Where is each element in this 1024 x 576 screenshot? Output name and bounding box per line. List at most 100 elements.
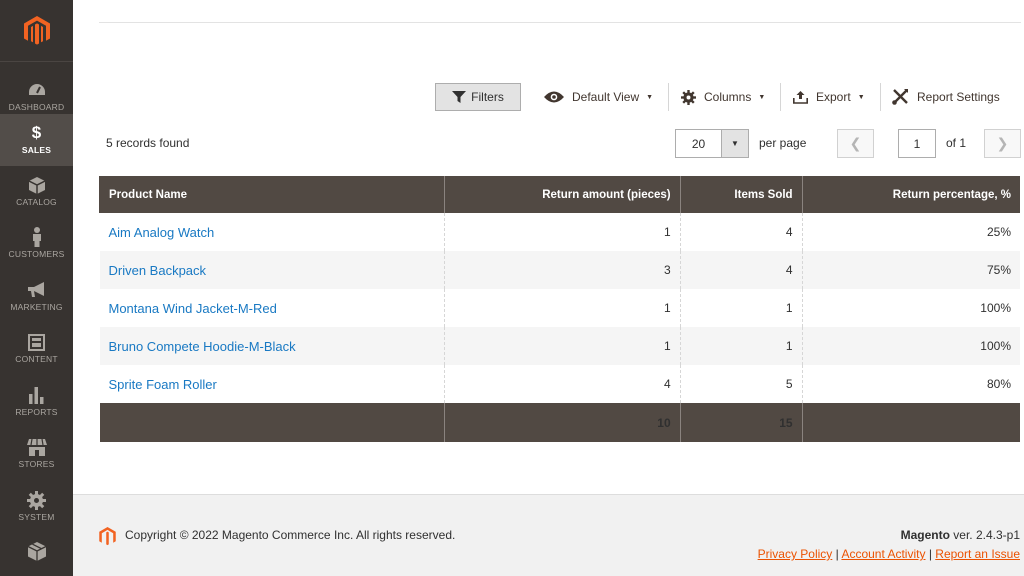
- cube-icon: [27, 541, 46, 561]
- sidebar-item-reports[interactable]: REPORTS: [0, 376, 73, 428]
- sidebar-item-label: MARKETING: [10, 302, 63, 312]
- caret-down-icon[interactable]: ▼: [722, 130, 748, 157]
- sidebar-item-extensions[interactable]: [0, 533, 73, 576]
- totals-row: 10 15: [99, 403, 1020, 442]
- sidebar-item-sales[interactable]: $ SALES: [0, 114, 73, 166]
- account-activity-link[interactable]: Account Activity: [841, 547, 925, 561]
- layout-icon: [28, 332, 45, 352]
- bar-chart-icon: [28, 385, 45, 405]
- total-items-sold: 15: [679, 403, 803, 442]
- dollar-icon: $: [31, 123, 42, 142]
- items-sold-cell: 1: [679, 289, 803, 327]
- sidebar-item-label: REPORTS: [15, 407, 58, 417]
- total-return-amount: 10: [443, 403, 681, 442]
- toolbar-separator: [668, 83, 669, 111]
- product-link[interactable]: Bruno Compete Hoodie-M-Black: [109, 339, 296, 354]
- per-page-label: per page: [759, 136, 807, 150]
- columns-dropdown[interactable]: Columns ▼: [681, 86, 765, 108]
- eye-icon: [544, 91, 564, 103]
- chevron-right-icon: ❯: [996, 135, 1009, 151]
- person-icon: [31, 227, 43, 247]
- sidebar-item-label: CONTENT: [15, 354, 58, 364]
- sidebar-item-content[interactable]: CONTENT: [0, 323, 73, 375]
- return-amount-cell: 3: [443, 251, 681, 289]
- funnel-icon: [452, 91, 467, 103]
- per-page-value[interactable]: 20: [676, 130, 722, 157]
- sidebar-item-customers[interactable]: CUSTOMERS: [0, 218, 73, 270]
- next-page-button[interactable]: ❯: [984, 129, 1021, 158]
- default-view-label: Default View: [572, 90, 640, 104]
- brand-name: Magento: [900, 528, 950, 542]
- product-link[interactable]: Driven Backpack: [109, 263, 207, 278]
- items-sold-cell: 4: [679, 213, 803, 251]
- column-header-return-percentage[interactable]: Return percentage, %: [801, 176, 1020, 213]
- product-link[interactable]: Aim Analog Watch: [109, 225, 215, 240]
- caret-down-icon: ▼: [758, 93, 766, 101]
- default-view-dropdown[interactable]: Default View ▼: [544, 86, 653, 108]
- return-amount-cell: 1: [443, 327, 681, 365]
- totals-label-cell: [99, 403, 445, 442]
- version-info: Magento ver. 2.4.3-p1: [901, 528, 1020, 542]
- product-link[interactable]: Montana Wind Jacket-M-Red: [109, 301, 277, 316]
- return-percentage-cell: 75%: [801, 251, 1020, 289]
- gear-icon: [27, 490, 46, 510]
- return-amount-cell: 4: [443, 365, 681, 403]
- magento-logo[interactable]: [0, 0, 73, 62]
- privacy-policy-link[interactable]: Privacy Policy: [758, 547, 833, 561]
- sidebar-item-marketing[interactable]: MARKETING: [0, 271, 73, 323]
- store-icon: [26, 437, 47, 457]
- toolbar-separator: [780, 83, 781, 111]
- sidebar-item-label: SYSTEM: [18, 512, 55, 522]
- records-found: 5 records found: [106, 136, 190, 150]
- report-issue-link[interactable]: Report an Issue: [935, 547, 1020, 561]
- column-header-product-name[interactable]: Product Name: [99, 176, 445, 213]
- previous-page-button[interactable]: ❮: [837, 129, 874, 158]
- table-row: Sprite Foam Roller 4 5 80%: [99, 365, 1020, 403]
- report-settings-label: Report Settings: [917, 90, 1000, 104]
- filters-label: Filters: [471, 90, 504, 104]
- table-row: Bruno Compete Hoodie-M-Black 1 1 100%: [99, 327, 1020, 365]
- tools-icon: [892, 89, 909, 105]
- sidebar-item-stores[interactable]: STORES: [0, 428, 73, 480]
- return-percentage-cell: 25%: [801, 213, 1020, 251]
- report-grid: Product Name Return amount (pieces) Item…: [99, 176, 1020, 442]
- box-icon: [28, 175, 45, 195]
- items-sold-cell: 1: [679, 327, 803, 365]
- sidebar-item-catalog[interactable]: CATALOG: [0, 166, 73, 218]
- page-footer: Copyright © 2022 Magento Commerce Inc. A…: [73, 494, 1024, 576]
- filters-button[interactable]: Filters: [435, 83, 521, 111]
- sidebar-item-label: SALES: [21, 145, 52, 155]
- gear-icon: [681, 89, 696, 105]
- copyright-text: Copyright © 2022 Magento Commerce Inc. A…: [125, 528, 456, 542]
- column-header-return-amount[interactable]: Return amount (pieces): [443, 176, 681, 213]
- toolbar-separator: [880, 83, 881, 111]
- dashboard-icon: [28, 80, 46, 100]
- return-amount-cell: 1: [443, 213, 681, 251]
- sidebar-item-label: STORES: [18, 459, 55, 469]
- table-row: Driven Backpack 3 4 75%: [99, 251, 1020, 289]
- total-percentage-cell: [801, 403, 1020, 442]
- magento-footer-logo-icon: [99, 527, 116, 551]
- items-sold-cell: 5: [679, 365, 803, 403]
- sidebar-item-label: CATALOG: [16, 197, 57, 207]
- footer-links: Privacy Policy | Account Activity | Repo…: [758, 547, 1020, 561]
- return-percentage-cell: 100%: [801, 327, 1020, 365]
- per-page-select[interactable]: 20 ▼: [675, 129, 749, 158]
- megaphone-icon: [27, 280, 47, 300]
- return-amount-cell: 1: [443, 289, 681, 327]
- items-sold-cell: 4: [679, 251, 803, 289]
- export-label: Export: [816, 90, 851, 104]
- return-percentage-cell: 80%: [801, 365, 1020, 403]
- page-divider: [99, 22, 1021, 23]
- sidebar-item-system[interactable]: SYSTEM: [0, 481, 73, 533]
- table-row: Montana Wind Jacket-M-Red 1 1 100%: [99, 289, 1020, 327]
- columns-label: Columns: [704, 90, 752, 104]
- export-dropdown[interactable]: Export ▼: [793, 86, 865, 108]
- report-settings-button[interactable]: Report Settings: [892, 86, 1000, 108]
- page-total: of 1: [946, 136, 967, 150]
- magento-logo-icon: [23, 15, 50, 45]
- page-number-input[interactable]: [898, 129, 936, 158]
- product-link[interactable]: Sprite Foam Roller: [109, 377, 217, 392]
- sidebar-item-label: DASHBOARD: [8, 102, 65, 112]
- column-header-items-sold[interactable]: Items Sold: [679, 176, 803, 213]
